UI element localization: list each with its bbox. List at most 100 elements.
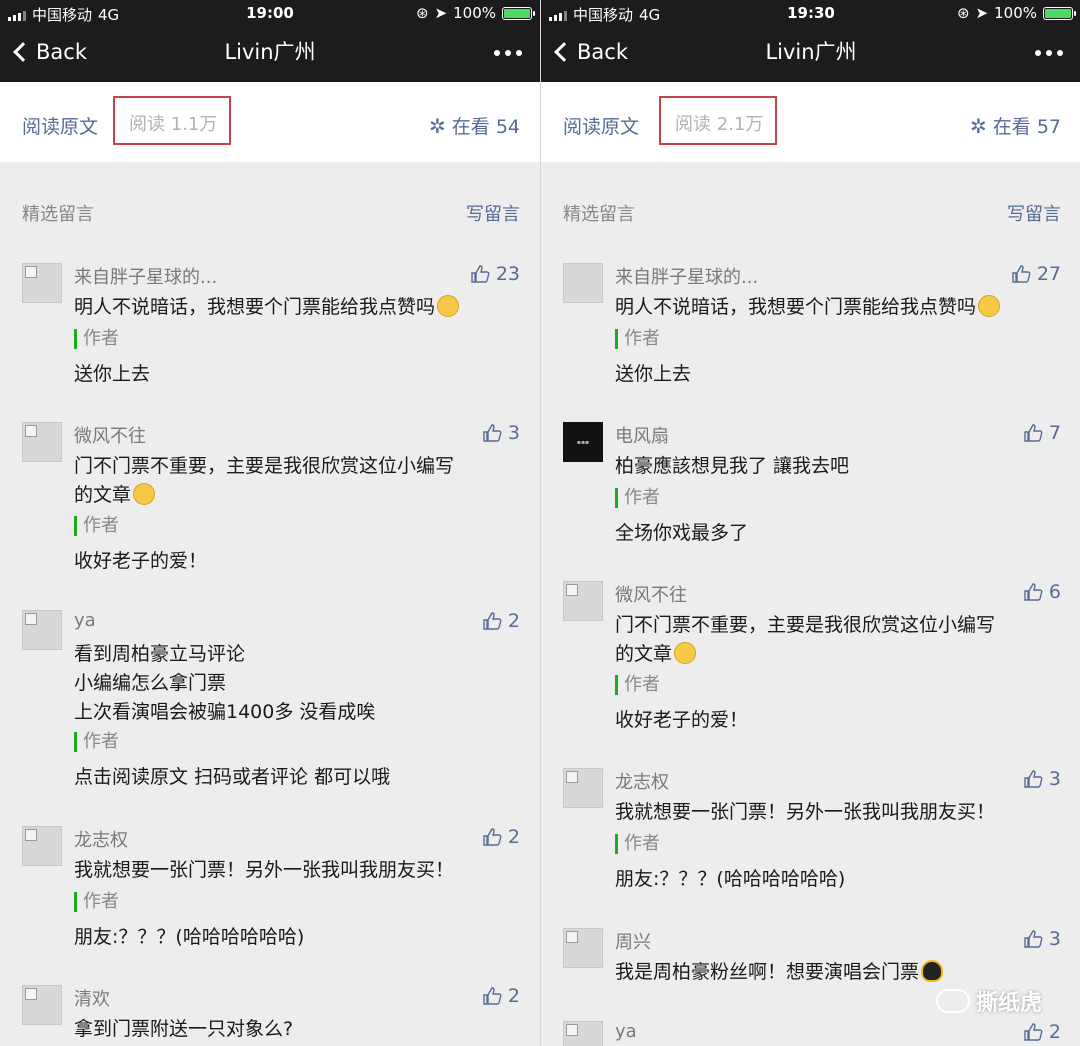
like-count: 7 [1048,422,1061,444]
left-screenshot: 中国移动 4G 19:00 ⊛ ➤ 100% Back Livin广州 阅读原文… [0,0,540,1046]
author-label: 作者 [615,834,660,854]
comment-text: 的文章 [74,484,132,506]
featured-comments-label: 精选留言 [22,204,94,225]
avatar[interactable]: ▪▪▪ [563,422,603,462]
comment-text: 的文章 [615,643,673,665]
write-comment-link[interactable]: 写留言 [466,200,520,226]
reply-text: 收好老子的爱！ [615,709,749,731]
commenter-name: 来自胖子星球的... [74,267,218,288]
avatar[interactable] [563,581,603,621]
like-count: 3 [1048,928,1061,950]
like-button[interactable]: 23 [470,263,520,285]
thumbs-up-icon [471,265,490,283]
avatar[interactable] [22,985,62,1025]
read-bar: 阅读原文 阅读 2.1万 ✲ 在看 57 [541,82,1080,162]
grin-emoji-icon [133,483,156,505]
comment-text: 我就想要一张门票！另外一张我叫我朋友买！ [74,859,455,881]
like-button[interactable]: 27 [1011,263,1061,285]
write-comment-link[interactable]: 写留言 [1007,200,1061,226]
reply-text: 收好老子的爱！ [74,550,208,572]
zaikan-button[interactable]: ✲ 在看 54 [429,112,520,139]
author-label: 作者 [615,329,660,349]
location-icon: ➤ [434,4,448,22]
like-button[interactable]: 2 [1023,1021,1061,1043]
comment-text: 柏豪應該想見我了 讓我去吧 [615,455,850,477]
read-count: 阅读 1.1万 [113,96,232,145]
like-button[interactable]: 2 [482,610,520,632]
more-icon[interactable] [494,50,522,56]
read-bar: 阅读原文 阅读 1.1万 ✲ 在看 54 [0,82,540,162]
like-button[interactable]: 3 [482,422,520,444]
like-button[interactable]: 3 [1023,768,1061,790]
like-button[interactable]: 2 [482,826,520,848]
featured-comments-label: 精选留言 [563,204,635,225]
status-bar: 中国移动 4G 19:30 ⊛ ➤ 100% [541,0,1080,28]
comment-text: 门不门票不重要，主要是我很欣赏这位小编写 [615,614,996,636]
like-count: 2 [507,610,520,632]
thumbs-up-icon [1024,1023,1043,1041]
read-original-link[interactable]: 阅读原文 [563,112,639,139]
commenter-name: 来自胖子星球的... [615,267,759,288]
more-icon[interactable] [1035,50,1063,56]
avatar[interactable] [22,826,62,866]
commenter-name: ya [615,1021,637,1042]
thumbs-up-icon [483,424,502,442]
comment-text: 明人不说暗话，我想要个门票能给我点赞吗 [615,296,977,318]
watermark-text: 撕纸虎 [975,991,1042,1016]
avatar[interactable] [563,1021,603,1046]
reply-text: 朋友:？？？(哈哈哈哈哈哈) [74,926,305,948]
comment-text: 门不门票不重要，主要是我很欣赏这位小编写 [74,455,455,477]
like-button[interactable]: 3 [1023,928,1061,950]
battery-icon [502,6,535,20]
status-bar: 中国移动 4G 19:00 ⊛ ➤ 100% [0,0,540,28]
like-count: 3 [507,422,520,444]
like-count: 3 [1048,768,1061,790]
avatar[interactable] [22,422,62,462]
comment-text: 看到周柏豪立马评论 [74,643,246,665]
author-label: 作者 [74,892,119,912]
thumbs-up-icon [483,987,502,1005]
zaikan-count: 在看 57 [992,116,1061,138]
reply-text: 朋友:？？？(哈哈哈哈哈哈) [615,868,846,890]
commenter-name: ya [74,610,96,631]
thumbs-up-icon [483,828,502,846]
avatar[interactable] [22,263,62,303]
thumbs-up-icon [483,612,502,630]
page-title: Livin广州 [224,40,316,64]
avatar[interactable] [563,768,603,808]
wechat-logo-icon [935,989,970,1013]
avatar[interactable] [563,263,603,303]
comment-text: 我就想要一张门票！另外一张我叫我朋友买！ [615,801,996,823]
commenter-name: 微风不往 [74,426,146,447]
like-button[interactable]: 7 [1023,422,1061,444]
like-count: 23 [495,263,520,285]
battery-percent: 100% [453,4,496,22]
author-label: 作者 [615,488,660,508]
like-button[interactable]: 2 [482,985,520,1007]
right-screenshot: 中国移动 4G 19:30 ⊛ ➤ 100% Back Livin广州 阅读原文… [540,0,1080,1046]
like-button[interactable]: 6 [1023,581,1061,603]
lock-rotation-icon: ⊛ [956,4,970,22]
like-count: 6 [1048,581,1061,603]
commenter-name: 微风不往 [615,585,687,606]
avatar[interactable] [22,610,62,650]
smile-emoji-icon [978,295,1001,317]
nav-bar: Back Livin广州 [541,28,1080,82]
battery-icon [1043,6,1076,20]
thumbs-up-icon [1012,265,1031,283]
nav-bar: Back Livin广州 [0,28,540,82]
grin-emoji-icon [674,642,697,664]
comment-text: 上次看演唱会被骗1400多 没看成唉 [74,701,376,723]
read-original-link[interactable]: 阅读原文 [22,112,98,139]
lock-rotation-icon: ⊛ [415,4,429,22]
thumbs-up-icon [1024,583,1043,601]
thumbs-up-icon [1024,770,1043,788]
like-count: 27 [1036,263,1061,285]
comment-text: 小编编怎么拿门票 [74,672,227,694]
comment-text: 明人不说暗话，我想要个门票能给我点赞吗 [74,296,436,318]
zaikan-button[interactable]: ✲ 在看 57 [970,112,1061,139]
comment-text: 我是周柏豪粉丝啊！想要演唱会门票 [615,961,920,983]
avatar[interactable] [563,928,603,968]
like-count: 2 [507,985,520,1007]
location-icon: ➤ [975,4,989,22]
